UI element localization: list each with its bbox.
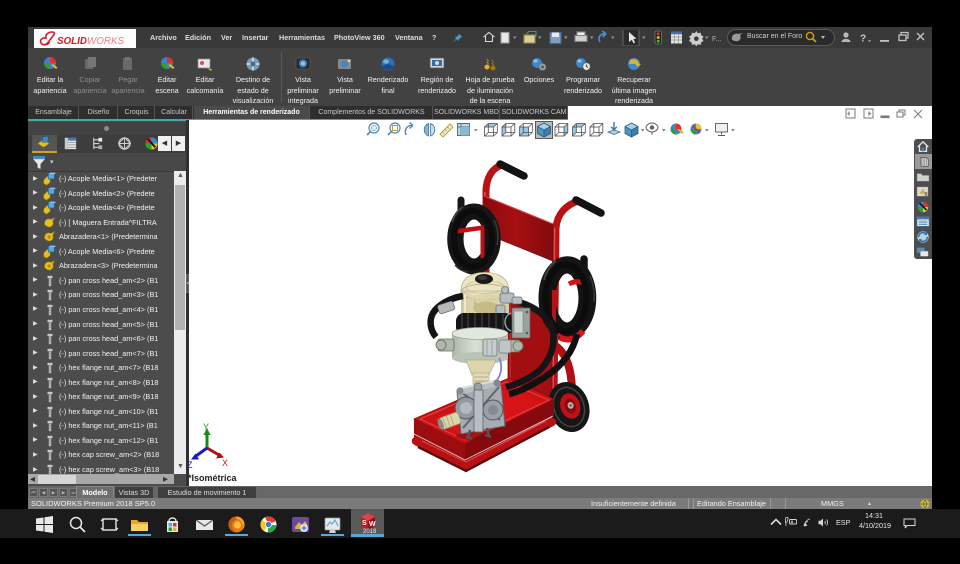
svg-text:Z: Z bbox=[187, 460, 193, 470]
svg-text:WORKS: WORKS bbox=[87, 36, 124, 47]
svg-text:X: X bbox=[222, 458, 228, 468]
svg-text:SOLID: SOLID bbox=[57, 36, 87, 47]
svg-text:?: ? bbox=[860, 34, 866, 45]
svg-text:F...: F... bbox=[712, 36, 721, 43]
svg-text:Y: Y bbox=[203, 422, 209, 432]
svg-text:W: W bbox=[369, 521, 376, 528]
svg-text:S: S bbox=[362, 520, 367, 527]
